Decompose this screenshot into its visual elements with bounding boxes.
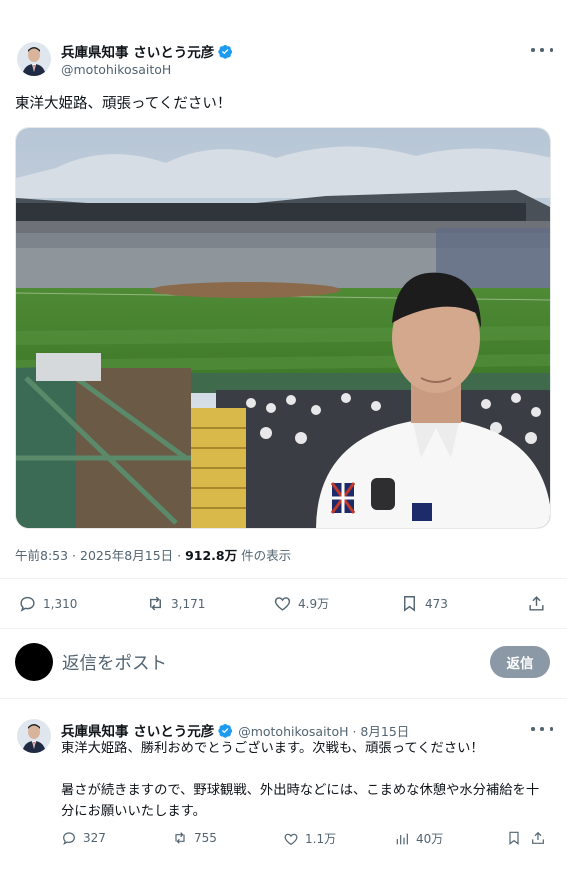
views-count: 912.8万: [185, 548, 238, 563]
share-action[interactable]: [527, 594, 552, 613]
repost-action[interactable]: 3,171: [146, 594, 205, 613]
reply-views-count: 40万: [416, 832, 444, 846]
reply-icon: [63, 832, 75, 845]
reply-repost-action[interactable]: 755: [172, 830, 217, 846]
author-avatar[interactable]: [17, 42, 51, 76]
verified-badge-icon: [218, 44, 233, 59]
reply-author-name[interactable]: 兵庫県知事 さいとう元彦: [61, 720, 214, 740]
reply-bookmark-action[interactable]: [506, 830, 528, 846]
divider: [0, 628, 567, 629]
repost-icon: [150, 596, 161, 611]
bookmark-count: 473: [425, 596, 448, 611]
post-photo[interactable]: [15, 127, 551, 529]
heart-icon: [274, 597, 291, 611]
heart-icon: [284, 833, 298, 845]
reply-input[interactable]: 返信をポスト: [62, 650, 167, 675]
divider: [0, 698, 567, 699]
reply-repost-count: 755: [194, 831, 217, 845]
author-handle[interactable]: @motohikosaitoH: [61, 62, 171, 77]
divider: [0, 578, 567, 579]
reply-share-action[interactable]: [530, 830, 552, 846]
reply-count: 1,310: [43, 596, 78, 611]
stadium-selfie-image: [16, 128, 550, 528]
reply-author-avatar[interactable]: [17, 719, 51, 753]
bookmark-icon: [509, 831, 519, 845]
bookmark-action[interactable]: 473: [400, 594, 448, 613]
author-name[interactable]: 兵庫県知事 さいとう元彦: [61, 41, 214, 61]
views-suffix: 件の表示: [237, 548, 292, 563]
reply-reply-count: 327: [83, 831, 106, 845]
post-timestamp[interactable]: 午前8:53 · 2025年8月15日 ·: [15, 548, 185, 563]
post-text: 東洋大姫路、頑張ってください！: [15, 96, 232, 112]
reply-action[interactable]: 1,310: [18, 594, 77, 613]
author-name-line[interactable]: 兵庫県知事 さいとう元彦: [61, 41, 233, 61]
post-meta: 午前8:53 · 2025年8月15日 · 912.8万 件の表示: [15, 545, 291, 564]
reply-like-action[interactable]: 1.1万: [283, 830, 336, 847]
repost-icon: [175, 832, 185, 844]
reply-author-handle[interactable]: @motohikosaitoH · 8月15日: [238, 721, 409, 740]
verified-badge-icon: [218, 723, 233, 738]
reply-button[interactable]: 返信: [490, 646, 550, 678]
share-icon: [532, 831, 544, 844]
bookmark-icon: [404, 596, 415, 612]
avatar-image: [17, 719, 51, 753]
analytics-icon: [396, 833, 408, 844]
reply-icon: [20, 596, 35, 612]
more-options-icon[interactable]: [531, 43, 553, 57]
more-options-icon[interactable]: [531, 722, 553, 736]
reply-text: 東洋大姫路、勝利おめでとうございます。次戦も、頑張ってください！ 暑さが続きます…: [61, 741, 540, 819]
like-count: 4.9万: [298, 597, 330, 611]
reply-reply-action[interactable]: 327: [61, 830, 106, 846]
reply-views-action[interactable]: 40万: [394, 830, 443, 847]
reply-author-line[interactable]: 兵庫県知事 さいとう元彦 @motohikosaitoH · 8月15日: [61, 720, 409, 740]
current-user-avatar[interactable]: [15, 643, 53, 681]
reply-like-count: 1.1万: [305, 832, 337, 846]
share-icon: [529, 596, 544, 611]
avatar-image: [17, 42, 51, 76]
like-action[interactable]: 4.9万: [273, 594, 329, 613]
repost-count: 3,171: [171, 596, 206, 611]
